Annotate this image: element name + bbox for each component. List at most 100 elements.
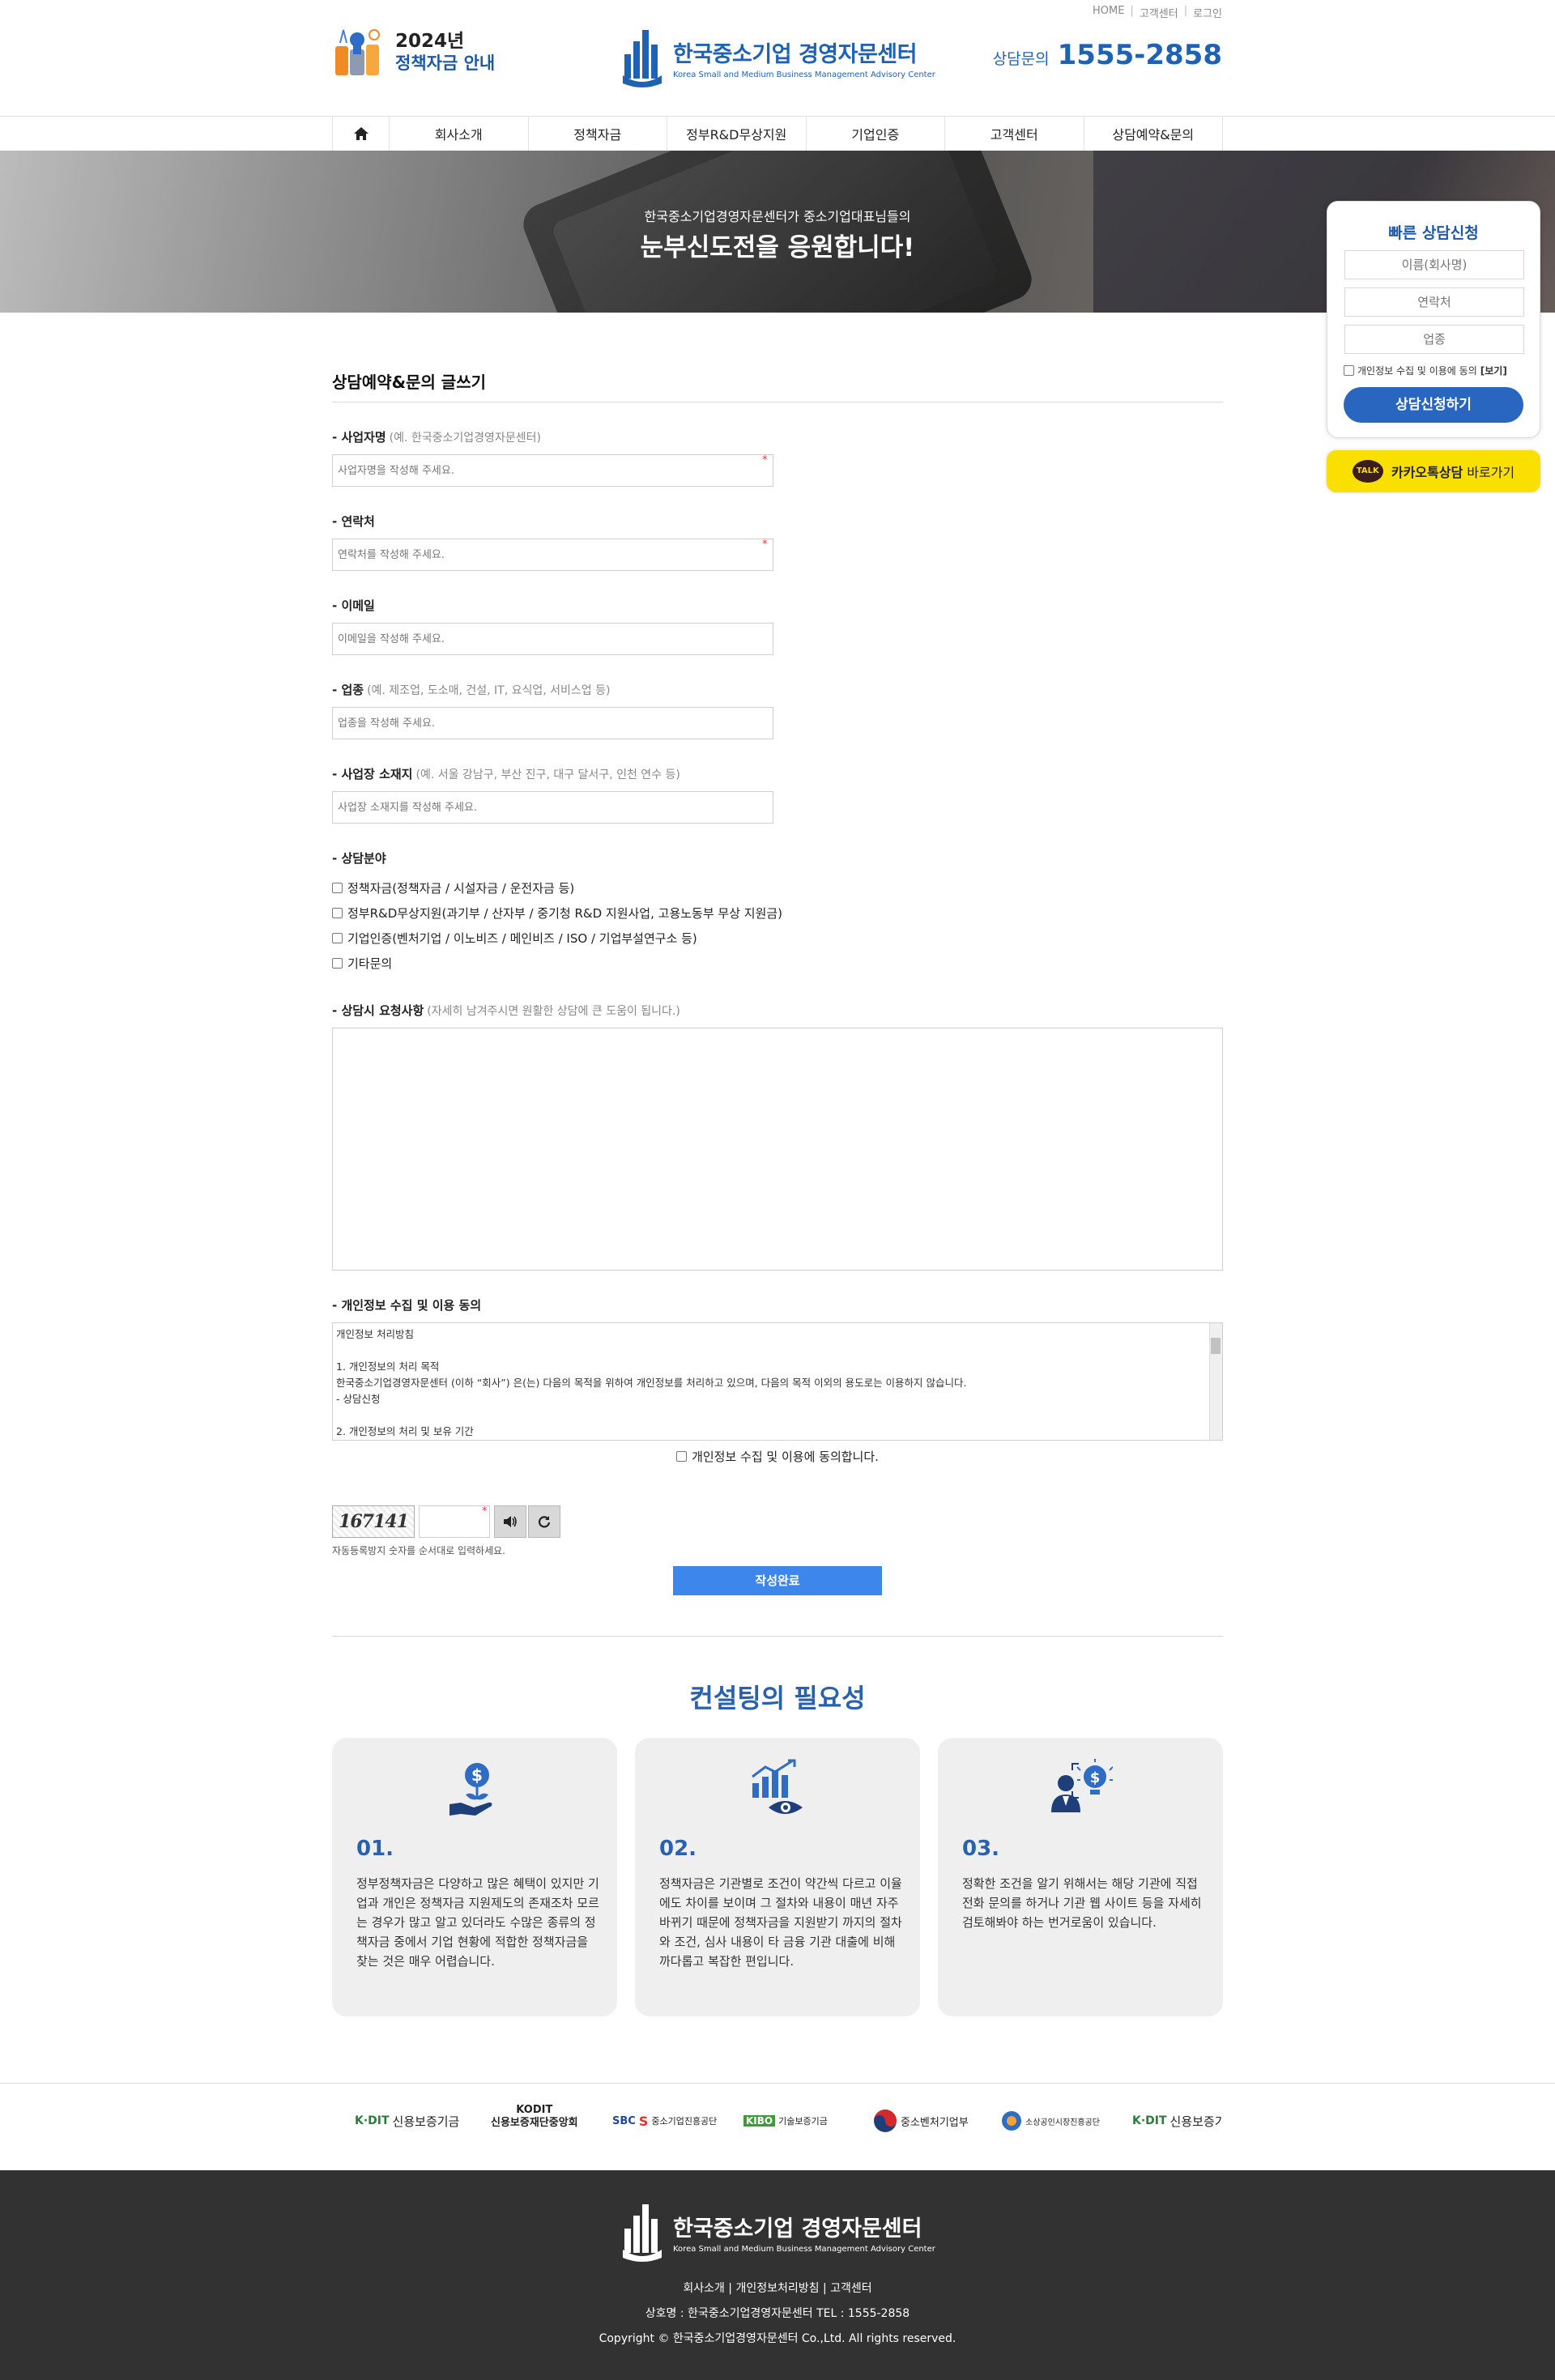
- privacy-label: - 개인정보 수집 및 이용 동의: [332, 1298, 482, 1313]
- banner-subtitle: 한국중소기업경영자문센터가 중소기업대표님들의: [644, 209, 911, 224]
- nav-home[interactable]: [333, 117, 390, 151]
- email-field-label: - 이메일: [332, 598, 375, 613]
- sbc-mark-icon: S: [638, 2113, 649, 2129]
- footer-links[interactable]: 회사소개 | 개인정보처리방침 | 고객센터: [0, 2280, 1555, 2296]
- footer-company-info: 상호명 : 한국중소기업경영자문센터 TEL : 1555-2858: [645, 2307, 910, 2320]
- request-textarea[interactable]: [332, 1028, 1223, 1271]
- svg-text:$: $: [1090, 1769, 1101, 1786]
- privacy-scrollbar[interactable]: [1209, 1323, 1222, 1440]
- captcha-input[interactable]: [419, 1505, 490, 1538]
- nav-customer-center[interactable]: 고객센터: [945, 117, 1084, 151]
- banner-title: 눈부신도전을 응원합니다!: [640, 233, 915, 262]
- partner-logo-kodit[interactable]: K·DIT 신용보증기금: [355, 2104, 459, 2138]
- chart-eye-icon: [752, 1759, 803, 1814]
- partner-logo-mss[interactable]: 중소벤처기업부: [873, 2104, 969, 2138]
- category-checkbox[interactable]: [332, 883, 343, 893]
- taegeuk-icon: [874, 2110, 897, 2132]
- login-link[interactable]: 로그인: [1193, 5, 1222, 20]
- building-logo-icon: [623, 2204, 662, 2262]
- site-logo[interactable]: 한국중소기업 경영자문센터 Korea Small and Medium Bus…: [620, 26, 935, 89]
- privacy-policy-box[interactable]: 개인정보 처리방침 1. 개인정보의 처리 목적 한국중소기업경영자문센터 (이…: [332, 1322, 1223, 1441]
- section-divider: [332, 1636, 1223, 1637]
- category-option-policy[interactable]: 정책자금(정책자금 / 시설자금 / 운전자금 등): [332, 879, 574, 896]
- home-link[interactable]: HOME: [1093, 5, 1124, 20]
- speaker-icon: [504, 1516, 517, 1527]
- customer-center-link[interactable]: 고객센터: [1140, 5, 1178, 20]
- building-logo-icon: [623, 30, 662, 87]
- location-input[interactable]: [332, 791, 773, 824]
- partner-logo-sbc[interactable]: SBC S 중소기업진흥공단: [612, 2104, 717, 2138]
- nav-certification[interactable]: 기업인증: [807, 117, 945, 151]
- hero-banner: 한국중소기업경영자문센터가 중소기업대표님들의 눈부신도전을 응원합니다!: [0, 151, 1555, 313]
- category-option-cert[interactable]: 기업인증(벤처기업 / 이노비즈 / 메인비즈 / ISO / 기업부설연구소 …: [332, 930, 697, 947]
- footer-logo[interactable]: 한국중소기업 경영자문센터 Korea Small and Medium Bus…: [620, 2201, 935, 2263]
- policy-subtitle: 정책자금 안내: [395, 53, 496, 73]
- top-utility-links: HOME | 고객센터 | 로그인: [1093, 5, 1222, 20]
- semas-mark-icon: [1002, 2111, 1021, 2131]
- quick-phone-input[interactable]: [1344, 287, 1524, 317]
- privacy-agree-row[interactable]: 개인정보 수집 및 이용에 동의합니다.: [0, 1448, 1555, 1465]
- partners-divider: [0, 2083, 1555, 2084]
- main-nav: 회사소개 정책자금 정부R&D무상지원 기업인증 고객센터 상담예약&문의: [0, 116, 1555, 151]
- policy-fund-badge[interactable]: 2024년 정책자금 안내: [332, 24, 502, 81]
- footer-logo-korean: 한국중소기업 경영자문센터: [673, 2216, 922, 2242]
- privacy-agree-checkbox[interactable]: [676, 1451, 688, 1462]
- consultant-idea-icon: $: [1051, 1759, 1113, 1812]
- consulting-card: 02. 정책자금은 기관별로 조건이 약간씩 다르고 이율에도 차이를 보이며 …: [635, 1738, 920, 2016]
- quick-business-input[interactable]: [1344, 325, 1524, 354]
- category-checkbox[interactable]: [332, 933, 343, 943]
- card-description: 정책자금은 기관별로 조건이 약간씩 다르고 이율에도 차이를 보이며 그 절차…: [659, 1876, 902, 1969]
- svg-text:$: $: [471, 1765, 483, 1785]
- nav-company[interactable]: 회사소개: [390, 117, 529, 151]
- nav-consult-inquiry[interactable]: 상담예약&문의: [1084, 117, 1223, 151]
- captcha-audio-button[interactable]: [494, 1505, 526, 1538]
- logo-korean-name: 한국중소기업 경영자문센터: [673, 41, 917, 67]
- required-mark: *: [762, 454, 768, 466]
- card-description: 정확한 조건을 알기 위해서는 해당 기관에 직접 전화 문의를 하거나 기관 …: [962, 1876, 1202, 1930]
- required-mark: *: [482, 1505, 488, 1518]
- category-option-other[interactable]: 기타문의: [332, 955, 392, 972]
- consulting-card: $ 01. 정부정책자금은 다양하고 많은 혜택이 있지만 기업과 개인은 정책…: [332, 1738, 617, 2016]
- consult-phone: 상담문의 1555-2858: [993, 39, 1222, 71]
- kakao-talk-icon: TALK: [1352, 460, 1383, 483]
- phone-number: 1555-2858: [1057, 39, 1222, 71]
- captcha-refresh-button[interactable]: [528, 1505, 560, 1538]
- category-label: - 상담분야: [332, 851, 386, 866]
- submit-button[interactable]: 작성완료: [673, 1566, 882, 1595]
- quick-consult-title: 빠른 상담신청: [1388, 224, 1479, 242]
- email-input[interactable]: [332, 623, 773, 655]
- partner-logo-koreg[interactable]: KODIT 신용보증재단중앙회: [491, 2104, 578, 2138]
- nav-policy-fund[interactable]: 정책자금: [529, 117, 667, 151]
- kakao-consult-button[interactable]: TALK 카카오톡상담 바로가기: [1327, 450, 1540, 492]
- required-mark: *: [762, 539, 768, 551]
- quick-view-link[interactable]: [보기]: [1480, 364, 1507, 377]
- phone-input[interactable]: [332, 539, 773, 571]
- quick-agree-checkbox[interactable]: [1344, 365, 1354, 376]
- category-option-rnd[interactable]: 정부R&D무상지원(과기부 / 산자부 / 중기청 R&D 지원사업, 고용노동…: [332, 905, 782, 922]
- business-name-input[interactable]: [332, 454, 773, 487]
- category-checkbox[interactable]: [332, 958, 343, 969]
- location-field-label: - 사업장 소재지 (예. 서울 강남구, 부산 진구, 대구 달서구, 인천 연…: [332, 767, 680, 781]
- policy-documents-icon: [332, 25, 387, 80]
- quick-consult-button[interactable]: 상담신청하기: [1344, 387, 1523, 423]
- footer-copyright: Copyright © 한국중소기업경영자문센터 Co.,Ltd. All ri…: [599, 2332, 956, 2345]
- nav-rnd-support[interactable]: 정부R&D무상지원: [667, 117, 807, 151]
- footer: 한국중소기업 경영자문센터 Korea Small and Medium Bus…: [0, 2170, 1555, 2380]
- consulting-title: 컨설팅의 필요성: [689, 1683, 866, 1714]
- industry-field-label: - 업종 (예. 제조업, 도소매, 건설, IT, 요식업, 서비스업 등): [332, 683, 611, 697]
- quick-name-input[interactable]: [1344, 250, 1524, 279]
- partner-logo-semas[interactable]: 소상공인시장진흥공단: [1001, 2104, 1100, 2138]
- partner-logo-kodit-2[interactable]: K·DIT 신용보증기: [1132, 2104, 1223, 2138]
- phone-label: 상담문의: [992, 50, 1050, 68]
- industry-input[interactable]: [332, 707, 773, 739]
- card-number: 03.: [962, 1837, 1000, 1861]
- category-checkbox[interactable]: [332, 908, 343, 918]
- money-hand-icon: $: [449, 1763, 492, 1816]
- captcha-image: 167141: [332, 1505, 415, 1538]
- quick-agree-label: 개인정보 수집 및 이용에 동의: [1357, 365, 1477, 377]
- consulting-card: $ 03. 정확한 조건을 알기 위해서는 해당 기관에 직접 전화 문의를 하…: [938, 1738, 1223, 2016]
- phone-field-label: - 연락처: [332, 514, 375, 529]
- partner-logo-kibo[interactable]: KIBO 기술보증기금: [743, 2104, 828, 2138]
- refresh-icon: [538, 1516, 551, 1528]
- kakao-rest-label: 바로가기: [1467, 465, 1515, 480]
